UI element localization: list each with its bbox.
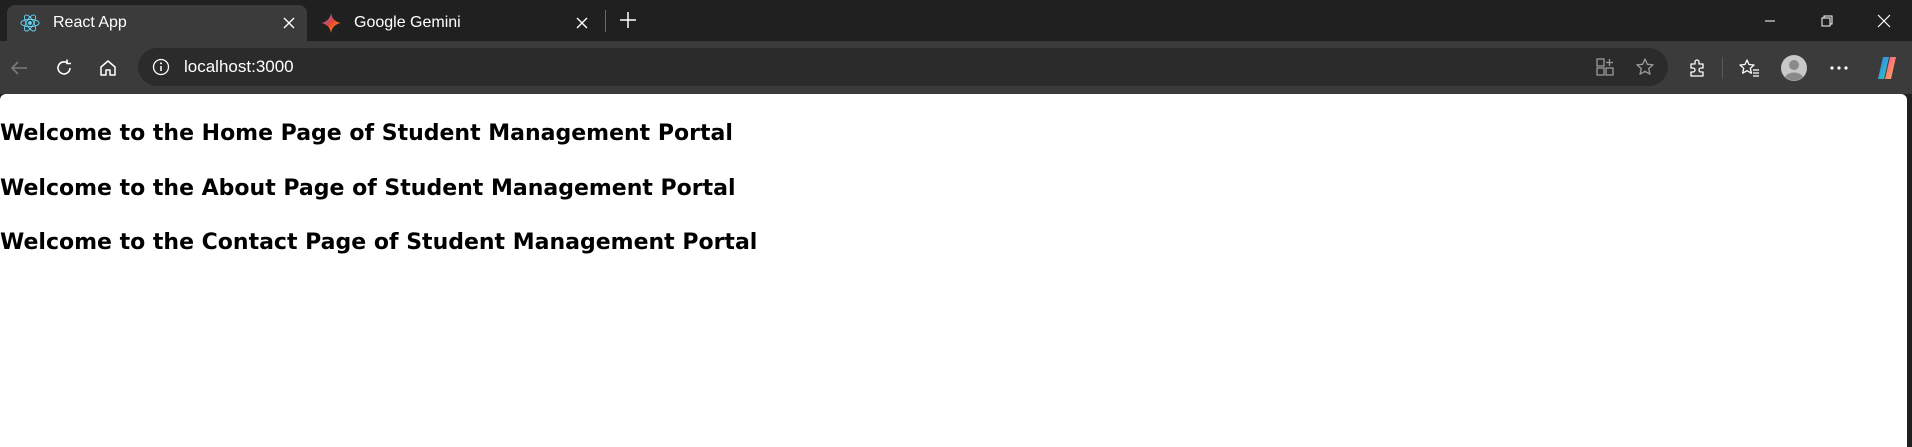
tab-google-gemini[interactable]: Google Gemini	[308, 5, 600, 41]
info-icon[interactable]	[150, 56, 172, 78]
favorites-icon[interactable]	[1732, 51, 1766, 85]
address-bar[interactable]: localhost:3000	[138, 48, 1668, 86]
back-icon[interactable]	[2, 51, 36, 85]
profile-avatar-icon[interactable]	[1777, 51, 1811, 85]
tab-separator	[605, 10, 606, 32]
tab-title: Google Gemini	[354, 14, 461, 31]
tab-title: React App	[53, 14, 127, 31]
window-close-icon[interactable]	[1855, 0, 1912, 41]
more-options-icon[interactable]	[1822, 51, 1856, 85]
home-heading: Welcome to the Home Page of Student Mana…	[0, 121, 733, 146]
contact-heading: Welcome to the Contact Page of Student M…	[0, 230, 758, 255]
favorite-star-icon[interactable]	[1628, 50, 1662, 84]
app-available-icon[interactable]	[1588, 50, 1622, 84]
close-icon[interactable]	[275, 9, 303, 37]
tab-react-app[interactable]: React App	[7, 5, 307, 41]
minimize-icon[interactable]	[1741, 0, 1798, 41]
tab-strip: React App Google Gemini	[0, 0, 1912, 41]
window-controls	[1741, 0, 1912, 41]
new-tab-button[interactable]	[614, 6, 642, 34]
browser-toolbar: localhost:3000	[0, 41, 1912, 94]
toolbar-divider	[1722, 57, 1723, 79]
home-icon[interactable]	[91, 51, 125, 85]
window-edge	[1907, 94, 1912, 447]
gemini-icon	[320, 12, 342, 34]
extensions-icon[interactable]	[1680, 51, 1714, 85]
close-icon[interactable]	[568, 9, 596, 37]
refresh-icon[interactable]	[47, 51, 81, 85]
copilot-icon[interactable]	[1870, 51, 1904, 85]
url-text[interactable]: localhost:3000	[184, 57, 1588, 77]
react-icon	[19, 12, 41, 34]
restore-icon[interactable]	[1798, 0, 1855, 41]
page-viewport: Welcome to the Home Page of Student Mana…	[0, 94, 1907, 447]
about-heading: Welcome to the About Page of Student Man…	[0, 176, 736, 201]
